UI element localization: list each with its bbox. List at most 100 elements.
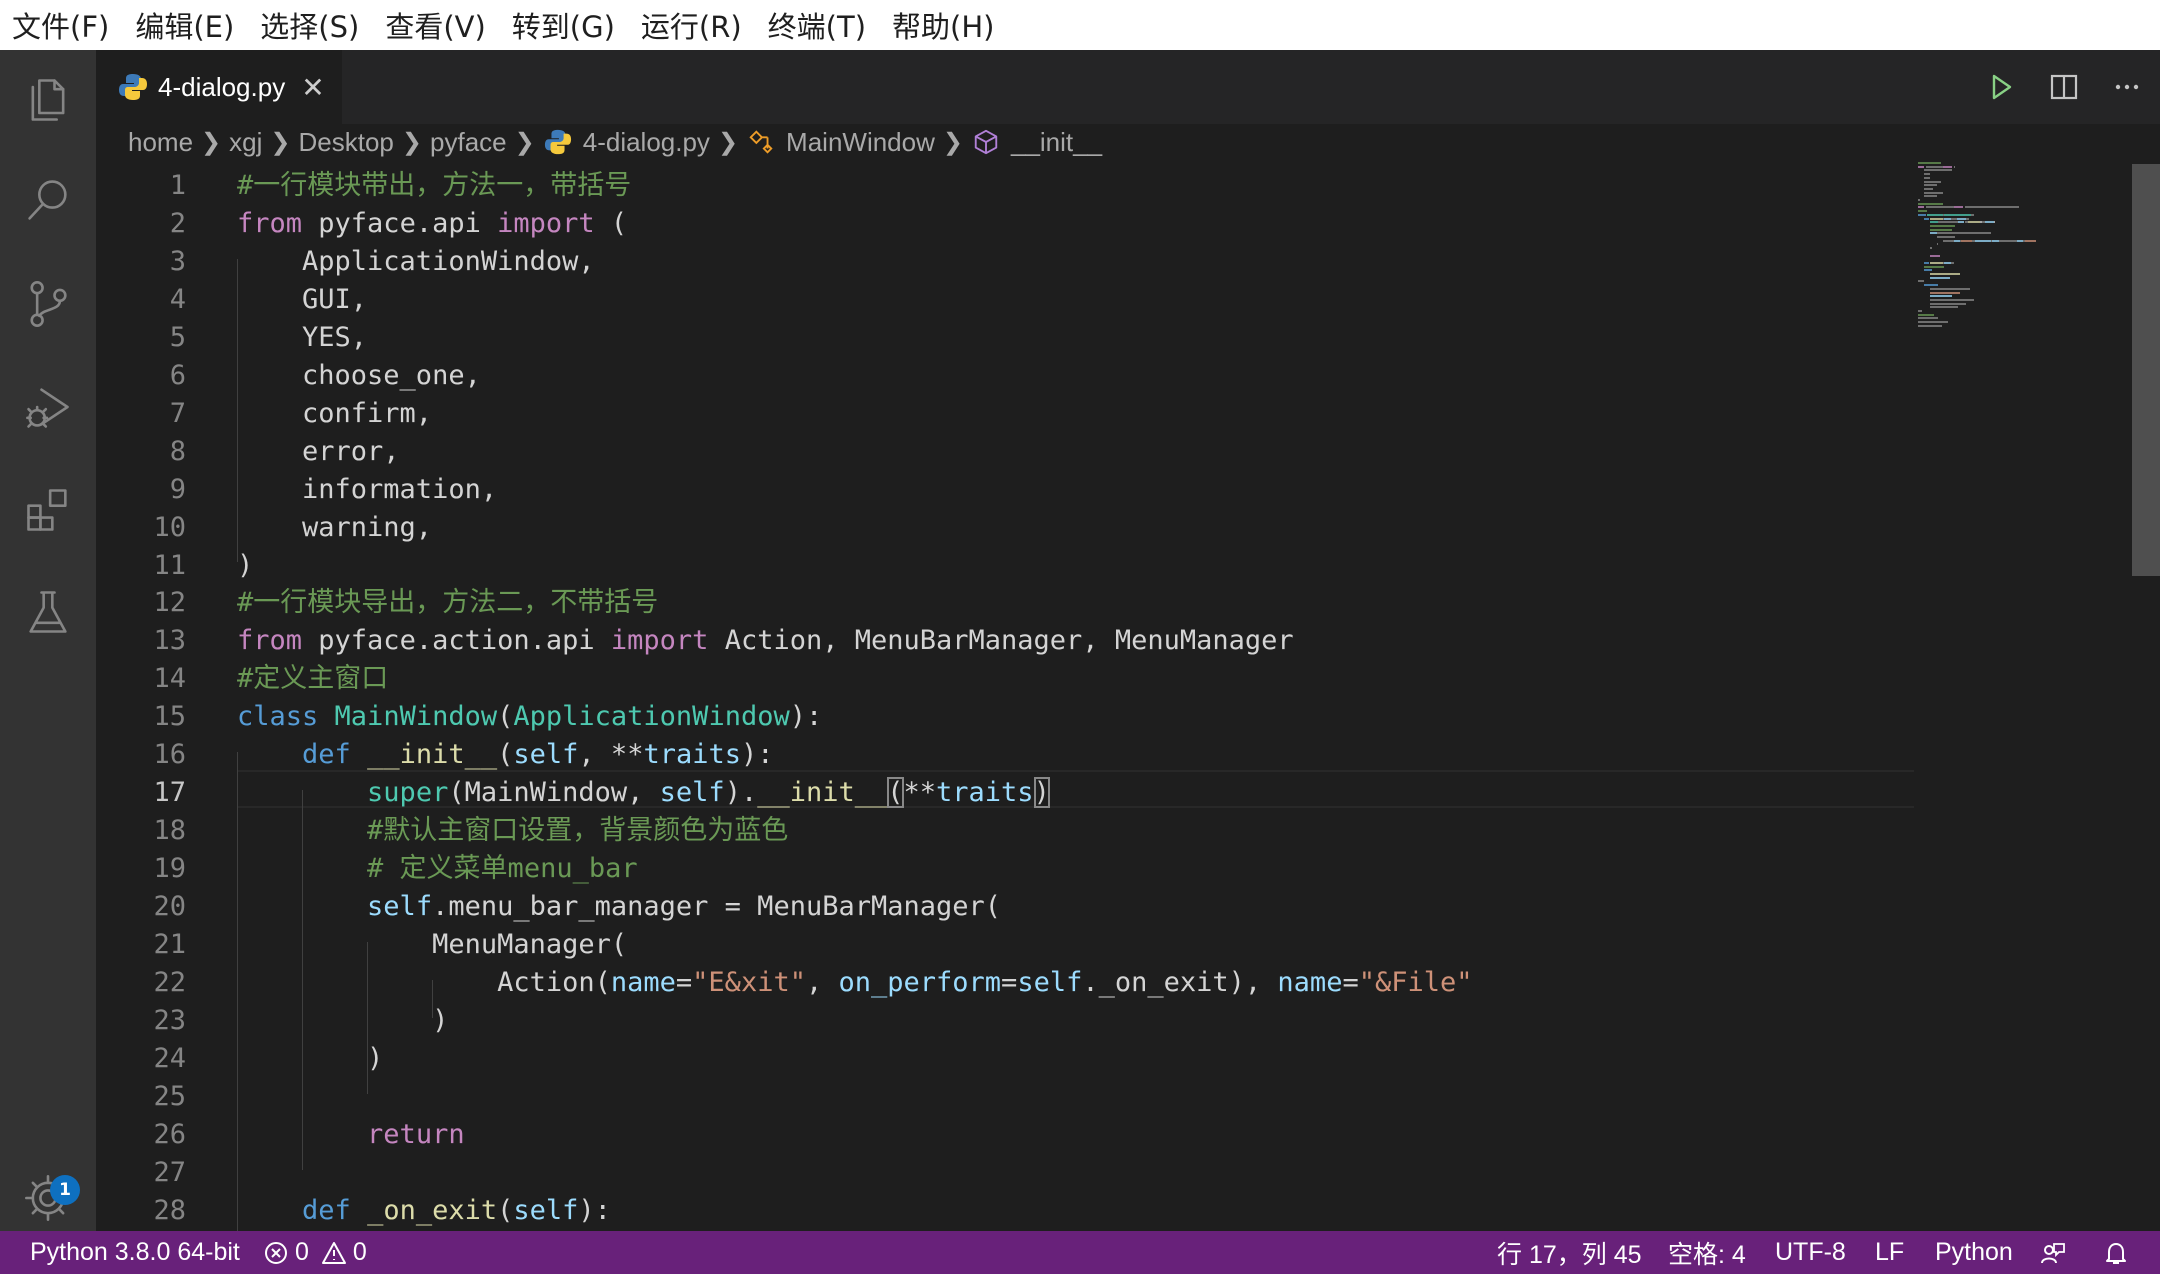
code-line[interactable]: 28 def _on_exit(self): [96, 1192, 1996, 1230]
menu-run[interactable]: 运行(R) [641, 4, 742, 46]
code-line[interactable]: 11) [96, 547, 1996, 585]
problems-indicator[interactable]: 0 0 [263, 1231, 367, 1274]
line-number: 24 [153, 1042, 186, 1074]
minimap-token [1918, 162, 1942, 164]
minimap-token [1984, 221, 1994, 224]
feedback-icon[interactable] [2040, 1231, 2066, 1274]
code-line[interactable]: 27 [96, 1154, 1996, 1192]
minimap-token [1918, 210, 1928, 213]
line-number: 25 [153, 1080, 186, 1112]
breadcrumb-file[interactable]: 4-dialog.py [583, 127, 710, 158]
code-line[interactable]: 3 ApplicationWindow, [96, 243, 1996, 281]
more-icon[interactable] [2102, 62, 2152, 112]
minimap-token [1918, 321, 1948, 324]
code-line[interactable]: 5 YES, [96, 319, 1996, 357]
run-icon[interactable] [1976, 62, 2026, 112]
code-line[interactable]: 1 #一行模块带出，方法一，带括号 [96, 167, 1996, 205]
menu-selection[interactable]: 选择(S) [260, 4, 359, 46]
code-line[interactable]: 25 [96, 1078, 1996, 1116]
line-source: #一行模块导出，方法二，不带括号 [237, 587, 659, 619]
search-icon[interactable] [0, 150, 96, 250]
minimap-token [1930, 306, 1959, 309]
close-icon[interactable]: ✕ [301, 71, 324, 104]
chevron-right-icon: ❯ [270, 128, 291, 156]
source-control-icon[interactable] [0, 254, 96, 354]
menu-go[interactable]: 转到(G) [512, 4, 615, 46]
breadcrumb-home[interactable]: home [128, 127, 193, 158]
menu-help[interactable]: 帮助(H) [892, 4, 994, 46]
code-line[interactable]: 7 confirm, [96, 395, 1996, 433]
menu-edit[interactable]: 编辑(E) [135, 4, 234, 46]
breadcrumb-desktop[interactable]: Desktop [299, 127, 394, 158]
code-line[interactable]: 22 Action(name="E&xit", on_perform=self.… [96, 964, 1996, 1002]
extensions-icon[interactable] [0, 460, 96, 560]
breadcrumb-xgj[interactable]: xgj [229, 127, 262, 158]
indentation[interactable]: 空格: 4 [1668, 1231, 1746, 1274]
cursor-position[interactable]: 行 17，列 45 [1497, 1231, 1642, 1274]
menu-bar: 文件(F) 编辑(E) 选择(S) 查看(V) 转到(G) 运行(R) 终端(T… [0, 0, 2160, 50]
code-line[interactable]: 9 information, [96, 471, 1996, 509]
breadcrumb-pyface[interactable]: pyface [430, 127, 507, 158]
line-number: 3 [169, 245, 186, 277]
minimap-token [1924, 173, 1931, 176]
minimap-token [1924, 269, 1933, 272]
code-line[interactable]: 12 #一行模块导出，方法二，不带括号 [96, 584, 1996, 622]
minimap-token [1966, 217, 1970, 220]
end-of-line[interactable]: LF [1875, 1231, 1904, 1274]
code-line[interactable]: 4 GUI, [96, 281, 1996, 319]
encoding[interactable]: UTF-8 [1775, 1231, 1846, 1274]
minimap-token [1936, 232, 1991, 235]
minimap-token [1924, 184, 1937, 187]
code-line[interactable]: 19 # 定义菜单menu_bar [96, 850, 1996, 888]
menu-file[interactable]: 文件(F) [12, 4, 109, 46]
testing-icon[interactable] [0, 562, 96, 662]
split-editor-icon[interactable] [2039, 62, 2089, 112]
code-line[interactable]: 2 from pyface.api import ( [96, 205, 1996, 243]
line-source: confirm, [237, 397, 433, 429]
minimap-token [1964, 206, 2019, 209]
code-line[interactable]: 24 ) [96, 1040, 1996, 1078]
code-line[interactable]: 20 self.menu_bar_manager = MenuBarManage… [96, 888, 1996, 926]
line-source: Action(name="E&xit", on_perform=self._on… [237, 966, 1473, 998]
code-line[interactable]: 10 warning, [96, 509, 1996, 547]
minimap-token [1924, 169, 1953, 172]
code-line[interactable]: 13 from pyface.action.api import Action, … [96, 622, 1996, 660]
notification-badge: 1 [50, 1175, 80, 1205]
minimap-token [1925, 165, 1943, 168]
line-number: 19 [153, 853, 186, 885]
code-line[interactable]: 6 choose_one, [96, 357, 1996, 395]
chevron-right-icon: ❯ [514, 128, 535, 156]
code-line[interactable]: 18 #默认主窗口设置，背景颜色为蓝色 [96, 812, 1996, 850]
files-icon[interactable] [0, 50, 96, 150]
code-line[interactable]: 23 ) [96, 1002, 1996, 1040]
code-editor[interactable]: 1 #一行模块带出，方法一，带括号 2 from pyface.api import … [96, 160, 2160, 1231]
minimap-token [1936, 243, 1939, 246]
breadcrumb-class[interactable]: MainWindow [786, 127, 935, 158]
language-mode[interactable]: Python [1935, 1231, 2013, 1274]
code-line[interactable]: 17 super(MainWindow, self).__init__(**tr… [96, 774, 1996, 812]
run-debug-icon[interactable] [0, 357, 96, 457]
code-line[interactable]: 8 error, [96, 433, 1996, 471]
menu-terminal[interactable]: 终端(T) [768, 4, 866, 46]
minimap-token [1924, 195, 1937, 198]
breadcrumb-method[interactable]: __init__ [1011, 127, 1102, 158]
notifications-bell-icon[interactable] [2103, 1231, 2129, 1274]
code-line[interactable]: 26 return [96, 1116, 1996, 1154]
tab-label: 4-dialog.py [158, 71, 286, 102]
code-line[interactable]: 15 class MainWindow(ApplicationWindow): [96, 698, 1996, 736]
tab-4-dialog-py[interactable]: 4-dialog.py ✕ [96, 50, 342, 124]
line-number: 4 [169, 283, 186, 315]
line-number: 6 [169, 359, 186, 391]
python-interpreter[interactable]: Python 3.8.0 64-bit [30, 1231, 240, 1274]
minimap-token [1918, 317, 1938, 320]
menu-view[interactable]: 查看(V) [385, 4, 485, 46]
minimap-token [1924, 284, 1939, 287]
minimap[interactable] [1918, 160, 2138, 460]
line-source: class MainWindow(ApplicationWindow): [237, 701, 823, 733]
tab-bar: 4-dialog.py ✕ [96, 50, 2160, 124]
vertical-scrollbar[interactable] [2132, 164, 2160, 576]
code-line[interactable]: 21 MenuManager( [96, 926, 1996, 964]
minimap-token [1924, 187, 1934, 190]
code-line[interactable]: 14 #定义主窗口 [96, 660, 1996, 698]
code-line[interactable]: 16 def __init__(self, **traits): [96, 736, 1996, 774]
